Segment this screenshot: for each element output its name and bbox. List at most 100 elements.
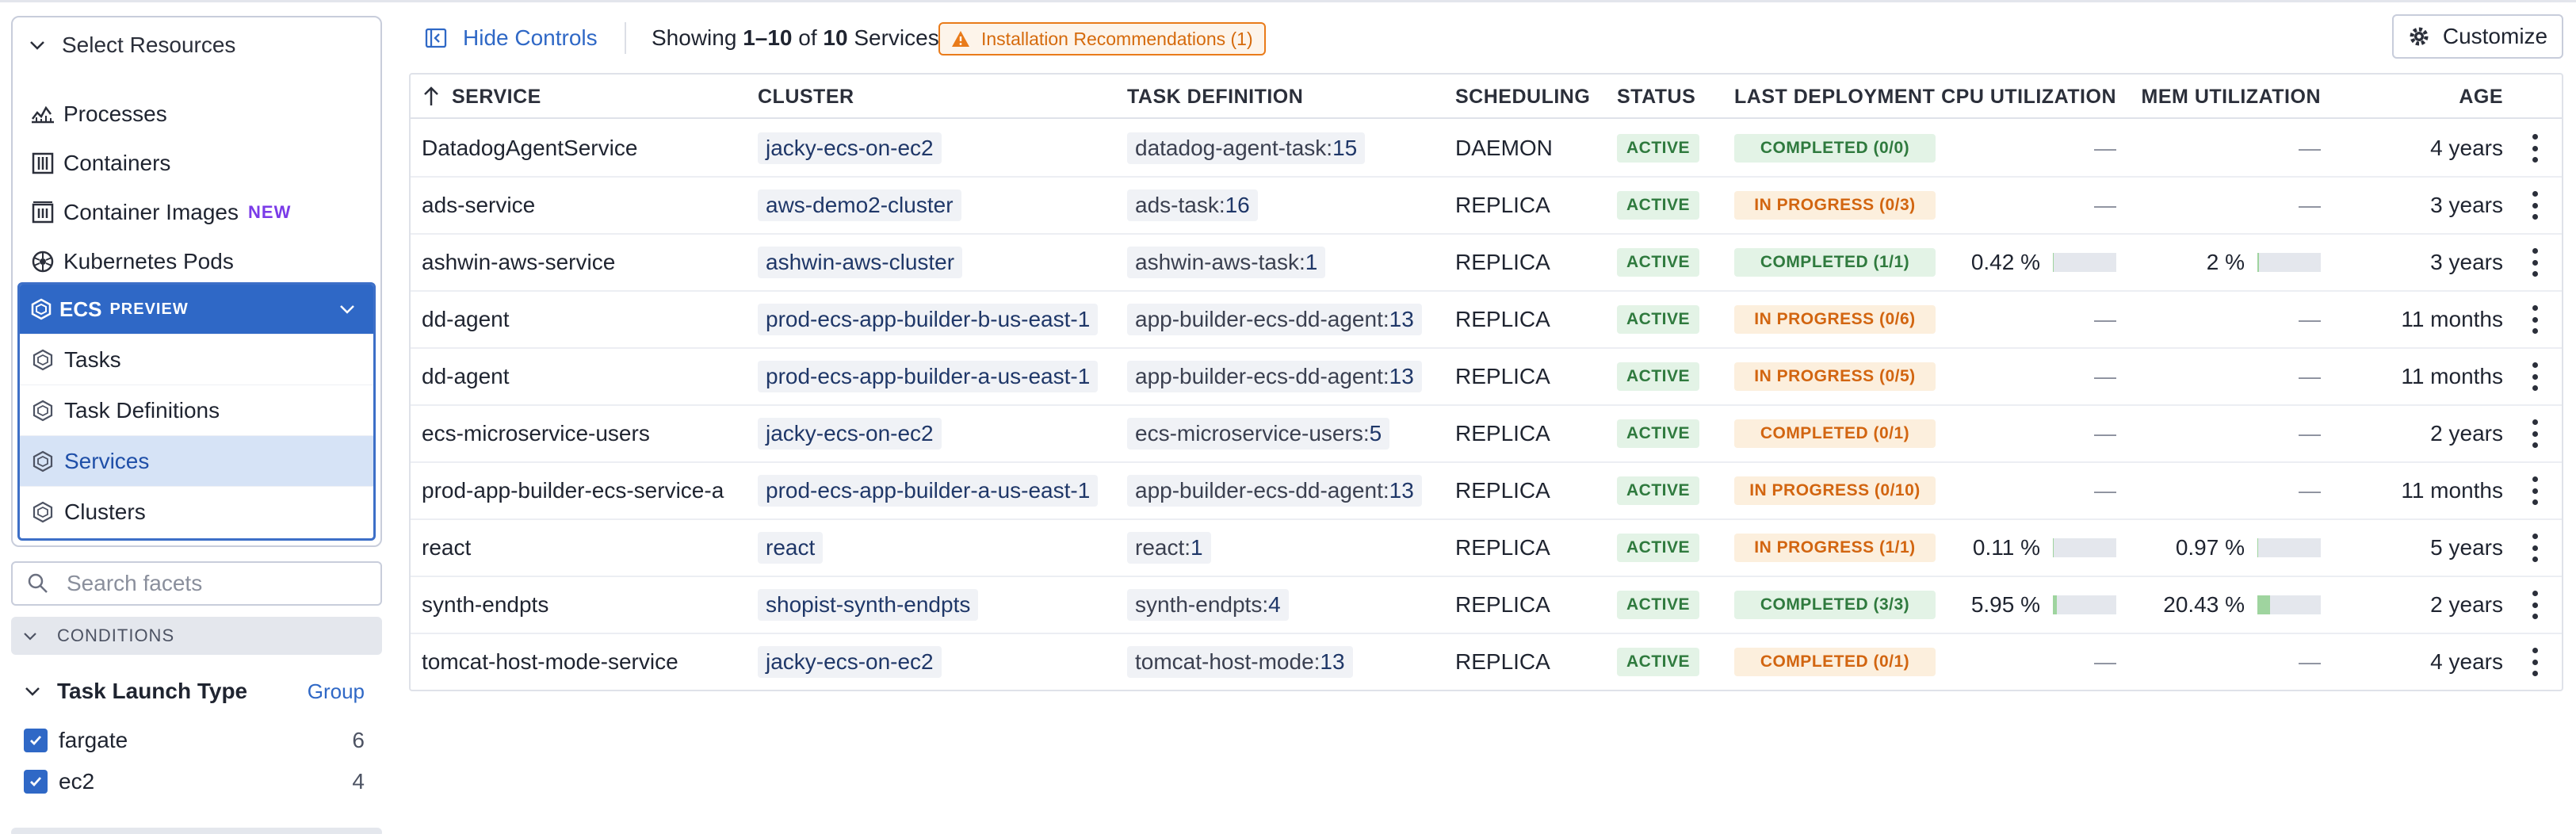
row-actions-menu[interactable]: [2530, 235, 2546, 290]
ecs-group-header[interactable]: ECS PREVIEW: [20, 285, 373, 334]
service-name[interactable]: synth-endpts: [422, 577, 548, 633]
ecs-hexagon-icon: [29, 397, 56, 424]
sidebar-item-label: Containers: [63, 151, 171, 175]
row-actions-menu[interactable]: [2530, 463, 2546, 518]
showing-range: 1–10: [743, 25, 793, 50]
search-facets-input[interactable]: Search facets: [11, 561, 382, 606]
task-definition-chip[interactable]: datadog-agent-task:15: [1127, 132, 1366, 164]
service-name[interactable]: react: [422, 520, 471, 576]
column-header-task-definition[interactable]: TASK DEFINITION: [1127, 75, 1303, 119]
table-row[interactable]: tomcat-host-mode-service jacky-ecs-on-ec2…: [411, 634, 2562, 691]
task-definition-chip[interactable]: ads-task:16: [1127, 189, 1258, 221]
service-name[interactable]: DatadogAgentService: [422, 121, 637, 176]
status-cell: ACTIVE: [1617, 463, 1700, 518]
table-row[interactable]: synth-endpts shopist-synth-endpts synth-en…: [411, 577, 2562, 634]
age-cell: 11 months: [2360, 463, 2503, 518]
age-cell: 4 years: [2360, 634, 2503, 690]
column-header-last-deployment[interactable]: LAST DEPLOYMENT: [1734, 75, 1935, 119]
search-facets-placeholder: Search facets: [67, 571, 203, 595]
cluster-chip[interactable]: prod-ecs-app-builder-a-us-east-1: [758, 475, 1099, 507]
table-row[interactable]: ashwin-aws-service ashwin-aws-cluster ashw…: [411, 235, 2562, 292]
task-definition-chip[interactable]: ecs-microservice-users:5: [1127, 418, 1390, 450]
cluster-chip[interactable]: ashwin-aws-cluster: [758, 247, 963, 278]
task-definition-chip[interactable]: app-builder-ecs-dd-agent:13: [1127, 361, 1422, 392]
row-actions-menu[interactable]: [2530, 577, 2546, 633]
service-name[interactable]: tomcat-host-mode-service: [422, 634, 678, 690]
sidebar: Select Resources Processes Containers Co…: [0, 0, 396, 834]
sidebar-item-services[interactable]: Services: [20, 435, 373, 486]
row-actions-menu[interactable]: [2530, 178, 2546, 233]
column-header-cluster[interactable]: CLUSTER: [758, 75, 854, 119]
column-header-scheduling[interactable]: SCHEDULING: [1455, 75, 1590, 119]
cpu-utilization-cell: 0.11 %: [1964, 520, 2116, 576]
table-header: SERVICE CLUSTER TASK DEFINITION SCHEDULI…: [411, 75, 2562, 119]
row-actions-menu[interactable]: [2530, 349, 2546, 404]
service-name[interactable]: dd-agent: [422, 349, 510, 404]
kebab-menu-icon: [2530, 191, 2540, 220]
facet-group-link[interactable]: Group: [308, 679, 365, 704]
cluster-chip[interactable]: jacky-ecs-on-ec2: [758, 646, 942, 678]
column-header-mem-utilization[interactable]: MEM UTILIZATION: [2142, 75, 2321, 119]
mem-utilization-value: —: [2299, 193, 2321, 217]
column-header-status[interactable]: STATUS: [1617, 75, 1695, 119]
hide-controls-button[interactable]: Hide Controls: [425, 21, 598, 55]
table-row[interactable]: DatadogAgentService jacky-ecs-on-ec2 datad…: [411, 121, 2562, 178]
column-header-cpu-utilization[interactable]: CPU UTILIZATION: [1941, 75, 2116, 119]
deployment-badge: IN PROGRESS (0/6): [1734, 305, 1936, 334]
collapsed-facet-section[interactable]: [11, 828, 382, 834]
table-row[interactable]: dd-agent prod-ecs-app-builder-a-us-east-1…: [411, 349, 2562, 406]
task-definition-name: ashwin-aws-task:: [1135, 250, 1305, 274]
sidebar-item-kubernetes-pods[interactable]: Kubernetes Pods: [29, 236, 234, 287]
task-definition-chip[interactable]: ashwin-aws-task:1: [1127, 247, 1326, 278]
cluster-chip[interactable]: prod-ecs-app-builder-a-us-east-1: [758, 361, 1099, 392]
scheduling-text: REPLICA: [1455, 364, 1550, 388]
row-actions-menu[interactable]: [2530, 406, 2546, 461]
sidebar-item-task-definitions[interactable]: Task Definitions: [20, 384, 373, 435]
table-row[interactable]: dd-agent prod-ecs-app-builder-b-us-east-1…: [411, 292, 2562, 349]
task-definition-chip[interactable]: app-builder-ecs-dd-agent:13: [1127, 304, 1422, 335]
row-actions-menu[interactable]: [2530, 520, 2546, 576]
cluster-chip[interactable]: aws-demo2-cluster: [758, 189, 961, 221]
sidebar-item-processes[interactable]: Processes: [29, 89, 167, 140]
table-row[interactable]: ads-service aws-demo2-cluster ads-task:16 R…: [411, 178, 2562, 235]
service-name[interactable]: prod-app-builder-ecs-service-a: [422, 463, 724, 518]
sidebar-item-containers[interactable]: Containers: [29, 138, 170, 189]
status-badge: ACTIVE: [1617, 305, 1700, 334]
facet-option-ec2[interactable]: ec2 4: [24, 766, 365, 798]
cluster-chip[interactable]: react: [758, 532, 824, 564]
facet-task-launch-type[interactable]: Task Launch Type Group: [24, 675, 365, 707]
service-name[interactable]: ecs-microservice-users: [422, 406, 650, 461]
table-row[interactable]: ecs-microservice-users jacky-ecs-on-ec2 ec…: [411, 406, 2562, 463]
row-actions-menu[interactable]: [2530, 292, 2546, 347]
column-header-age[interactable]: AGE: [2400, 75, 2503, 119]
sidebar-item-label: Tasks: [64, 346, 121, 372]
row-actions-menu[interactable]: [2530, 121, 2546, 176]
select-resources-header[interactable]: Select Resources: [13, 17, 380, 73]
cluster-chip[interactable]: jacky-ecs-on-ec2: [758, 418, 942, 450]
task-definition-chip[interactable]: react:1: [1127, 532, 1211, 564]
sidebar-item-tasks[interactable]: Tasks: [20, 334, 373, 384]
task-definition-chip[interactable]: app-builder-ecs-dd-agent:13: [1127, 475, 1422, 507]
row-actions-menu[interactable]: [2530, 634, 2546, 690]
cluster-chip[interactable]: prod-ecs-app-builder-b-us-east-1: [758, 304, 1099, 335]
scheduling-cell: REPLICA: [1455, 178, 1550, 233]
column-header-service[interactable]: SERVICE: [422, 75, 541, 119]
table-row[interactable]: prod-app-builder-ecs-service-a prod-ecs-a…: [411, 463, 2562, 520]
checkbox-checked-icon[interactable]: [24, 770, 48, 794]
sidebar-item-container-images[interactable]: Container Images NEW: [29, 187, 291, 238]
sidebar-item-clusters[interactable]: Clusters: [20, 486, 373, 537]
facet-option-fargate[interactable]: fargate 6: [24, 725, 365, 756]
service-name[interactable]: ads-service: [422, 178, 535, 233]
service-name[interactable]: dd-agent: [422, 292, 510, 347]
conditions-section-header[interactable]: CONDITIONS: [11, 617, 382, 655]
ecs-label: ECS: [59, 296, 102, 321]
checkbox-checked-icon[interactable]: [24, 729, 48, 752]
table-row[interactable]: react react react:1 REPLICA ACTIVE IN PROGRES…: [411, 520, 2562, 577]
cluster-chip[interactable]: jacky-ecs-on-ec2: [758, 132, 942, 164]
task-definition-chip[interactable]: tomcat-host-mode:13: [1127, 646, 1353, 678]
cluster-chip[interactable]: shopist-synth-endpts: [758, 589, 979, 621]
task-definition-chip[interactable]: synth-endpts:4: [1127, 589, 1289, 621]
service-name[interactable]: ashwin-aws-service: [422, 235, 615, 290]
customize-button[interactable]: Customize: [2392, 14, 2563, 59]
installation-recommendations-button[interactable]: Installation Recommendations (1): [938, 22, 1266, 55]
